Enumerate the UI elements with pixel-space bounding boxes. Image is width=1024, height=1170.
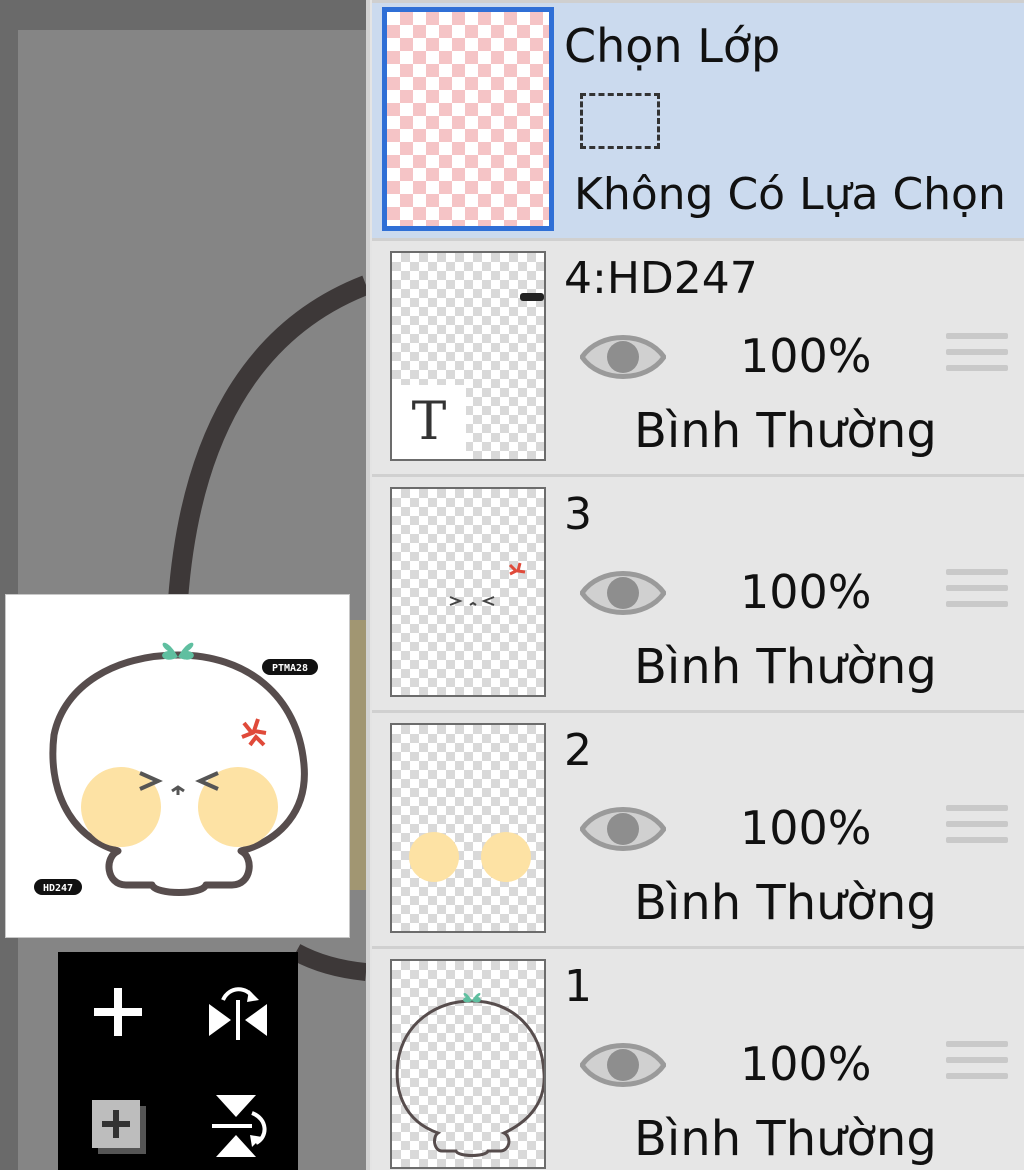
- layer-blend-mode[interactable]: Bình Thường: [634, 1111, 937, 1167]
- eye-icon[interactable]: [580, 801, 666, 857]
- preview-artwork: PTMA28 HD247: [34, 642, 318, 896]
- selection-layer-title: Chọn Lớp: [564, 19, 781, 73]
- layer-row-3[interactable]: 3 100% Bình Thường: [372, 474, 1024, 710]
- selection-layer-thumbnail: [382, 7, 554, 231]
- drag-handle-icon[interactable]: [946, 569, 1008, 625]
- canvas-area[interactable]: PTMA28 HD247: [0, 0, 366, 1170]
- layer-2-content: [409, 832, 531, 882]
- drag-handle-icon[interactable]: [946, 1041, 1008, 1097]
- flip-vertical-button[interactable]: [198, 1086, 278, 1166]
- layer-opacity[interactable]: 100%: [740, 1037, 872, 1091]
- layer-opacity[interactable]: 100%: [740, 329, 872, 383]
- layer-name: 4:HD247: [564, 253, 758, 304]
- layer-row-1[interactable]: 1 100% Bình Thường: [372, 946, 1024, 1170]
- layer-name: 3: [564, 489, 592, 540]
- layer-row-2[interactable]: 2 100% Bình Thường: [372, 710, 1024, 946]
- eye-icon[interactable]: [580, 565, 666, 621]
- flip-horizontal-icon: [209, 987, 267, 1040]
- add-button[interactable]: [78, 972, 158, 1052]
- layer-opacity[interactable]: 100%: [740, 565, 872, 619]
- selection-status: Không Có Lựa Chọn: [574, 169, 1006, 220]
- layer-blend-mode[interactable]: Bình Thường: [634, 403, 937, 459]
- layer-row-4[interactable]: T 4:HD247 100% Bình Thường: [372, 238, 1024, 474]
- drag-handle-icon[interactable]: [946, 333, 1008, 389]
- watermark-mark: [520, 293, 544, 301]
- navigator-watermark-bottom: HD247: [43, 883, 73, 894]
- layer-thumbnail: [390, 723, 546, 933]
- layer-blend-mode[interactable]: Bình Thường: [634, 875, 937, 931]
- layer-thumbnail: [390, 959, 546, 1169]
- navigator-preview[interactable]: PTMA28 HD247: [5, 594, 350, 938]
- add-layer-button[interactable]: [78, 1086, 158, 1166]
- tool-panel: [58, 952, 298, 1170]
- navigator-watermark-top: PTMA28: [272, 663, 308, 674]
- layer-3-content: [449, 562, 526, 606]
- layer-opacity[interactable]: 100%: [740, 801, 872, 855]
- flip-horizontal-button[interactable]: [198, 972, 278, 1052]
- drag-handle-icon[interactable]: [946, 805, 1008, 861]
- add-layer-icon: [92, 1100, 146, 1154]
- flip-vertical-icon: [212, 1095, 267, 1157]
- layers-panel: Chọn Lớp Không Có Lựa Chọn T 4:HD247 100…: [366, 0, 1024, 1170]
- text-layer-badge: T: [392, 385, 466, 459]
- layer-thumbnail: [390, 487, 546, 697]
- layer-1-content: [395, 993, 544, 1157]
- layer-blend-mode[interactable]: Bình Thường: [634, 639, 937, 695]
- layer-name: 1: [564, 961, 592, 1012]
- layer-name: 2: [564, 725, 592, 776]
- eye-icon[interactable]: [580, 1037, 666, 1093]
- selection-rect-icon: [580, 93, 660, 149]
- layer-thumbnail: T: [390, 251, 546, 461]
- selection-layer-row[interactable]: Chọn Lớp Không Có Lựa Chọn: [372, 0, 1024, 238]
- plus-icon: [94, 988, 142, 1036]
- eye-icon[interactable]: [580, 329, 666, 385]
